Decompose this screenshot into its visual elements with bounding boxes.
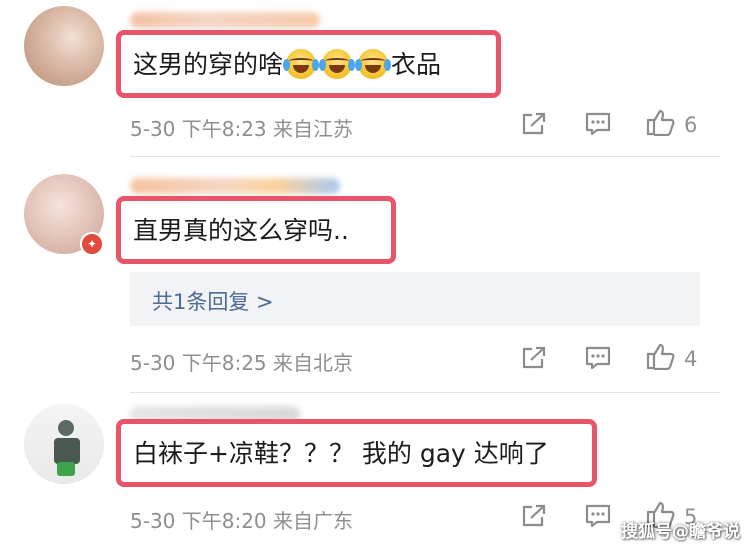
like-icon[interactable]	[646, 342, 676, 370]
divider	[130, 156, 720, 157]
comment-text: 这男的穿的啥	[133, 49, 284, 79]
verified-badge-icon: ✦	[80, 232, 104, 256]
replies-box: 共1条回复 >	[130, 272, 700, 326]
username-blurred[interactable]	[130, 12, 320, 28]
comment-meta: 5-30 下午8:20 来自广东	[130, 509, 354, 533]
laughing-crying-emoji-icon	[283, 49, 320, 79]
share-icon[interactable]	[521, 346, 547, 370]
divider	[130, 392, 720, 393]
like-icon[interactable]	[646, 108, 676, 136]
like-count: 4	[684, 347, 698, 371]
avatar[interactable]	[24, 6, 104, 86]
reply-icon[interactable]	[585, 346, 611, 370]
avatar[interactable]	[24, 404, 104, 484]
comment-text-highlight: 白袜子+凉鞋？？？ 我的 gay 达响了	[116, 419, 597, 487]
comment-text-highlight: 这男的穿的啥 衣品	[116, 30, 501, 98]
view-replies-link[interactable]: 共1条回复 >	[152, 286, 274, 316]
like-count: 6	[684, 113, 698, 137]
laughing-crying-emoji-icon	[319, 49, 356, 79]
comment-meta: 5-30 下午8:23 来自江苏	[130, 117, 354, 141]
reply-icon[interactable]	[585, 112, 611, 136]
share-icon[interactable]	[521, 112, 547, 136]
comment-text: 直男真的这么穿吗..	[133, 215, 349, 245]
reply-icon[interactable]	[585, 504, 611, 528]
comment-meta: 5-30 下午8:25 来自北京	[130, 351, 354, 375]
share-icon[interactable]	[521, 504, 547, 528]
watermark: 搜狐号@瞻爷说	[621, 522, 740, 542]
laughing-crying-emoji-icon	[355, 49, 392, 79]
username-blurred[interactable]	[130, 178, 340, 194]
comment-text: 白袜子+凉鞋？？？ 我的 gay 达响了	[133, 438, 549, 468]
comment-text-suffix: 衣品	[391, 49, 442, 79]
comment-text-highlight: 直男真的这么穿吗..	[116, 196, 396, 264]
